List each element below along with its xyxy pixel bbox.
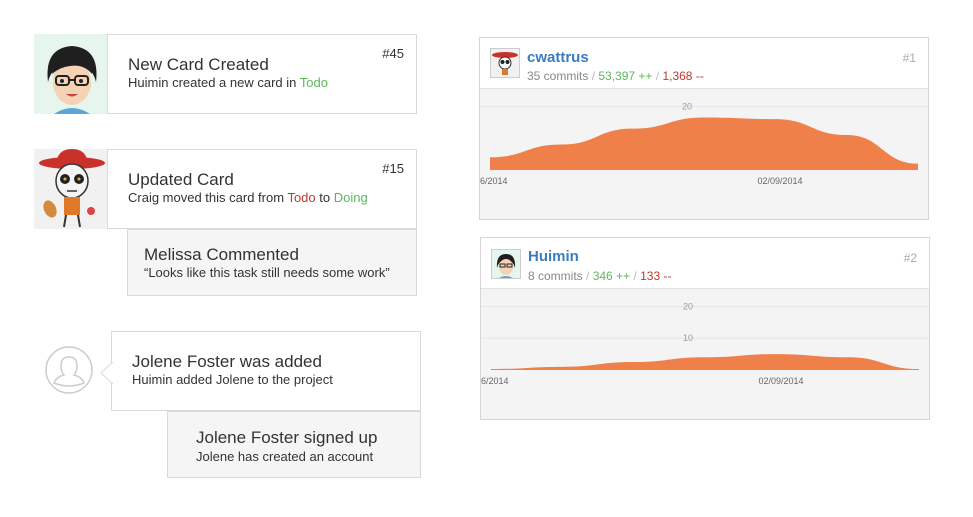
card-description: Huimin added Jolene to the project: [132, 372, 333, 387]
contributor-panel: Huimin #2 8 commits / 346 ++ / 133 -- 20…: [480, 237, 930, 420]
contributor-rank: #1: [902, 51, 916, 65]
card-title: New Card Created: [128, 55, 269, 74]
commit-area: [491, 354, 919, 370]
card-number[interactable]: #15: [382, 161, 404, 176]
craig-avatar: [34, 149, 109, 229]
card-pointer-icon: [100, 362, 113, 384]
updated-card-card[interactable]: Updated Card #15 Craig moved this card f…: [107, 149, 417, 229]
x-tick-label: 02/09/2014: [758, 376, 803, 386]
signup-text: Jolene has created an account: [196, 449, 374, 464]
user-placeholder-icon: [44, 345, 94, 395]
list-link-todo[interactable]: Todo: [287, 190, 315, 205]
contributor-stats: 35 commits / 53,397 ++ / 1,368 --: [527, 69, 704, 83]
deletions-count: 1,368 --: [662, 69, 704, 83]
contributor-rank: #2: [903, 251, 917, 265]
huimin-avatar: [34, 34, 109, 114]
commit-count[interactable]: 8 commits: [528, 269, 583, 283]
contributor-header: cwattrus #1 35 commits / 53,397 ++ / 1,3…: [480, 38, 928, 89]
stat-separator: /: [582, 269, 593, 283]
stat-separator: /: [630, 269, 641, 283]
card-number[interactable]: #45: [382, 46, 404, 61]
stat-separator: /: [652, 69, 663, 83]
x-tick-label: /26/2014: [480, 176, 508, 186]
description-text: Craig moved this card from: [128, 190, 288, 205]
member-added-card[interactable]: Jolene Foster was added Huimin added Jol…: [100, 331, 421, 411]
y-tick-label: 20: [682, 101, 692, 111]
contributor-name[interactable]: Huimin: [528, 248, 579, 265]
stat-separator: /: [588, 69, 599, 83]
y-tick-label: 20: [683, 301, 693, 311]
comment-text: “Looks like this task still needs some w…: [144, 265, 390, 280]
additions-count: 346 ++: [592, 269, 631, 283]
comment-title: Melissa Commented: [144, 245, 299, 264]
card-title: Jolene Foster was added: [132, 352, 322, 371]
new-card-created-card[interactable]: New Card Created #45 Huimin created a ne…: [107, 34, 417, 114]
contributor-name[interactable]: cwattrus: [527, 49, 589, 66]
list-link-todo[interactable]: Todo: [300, 75, 328, 90]
signup-title: Jolene Foster signed up: [196, 428, 378, 447]
description-text: to: [315, 190, 334, 205]
y-tick-label: 10: [683, 333, 693, 343]
contributor-stats: 8 commits / 346 ++ / 133 --: [528, 269, 671, 283]
list-link-doing[interactable]: Doing: [334, 190, 368, 205]
x-tick-label: 02/09/2014: [757, 176, 802, 186]
additions-count: 53,397 ++: [598, 69, 653, 83]
commit-area: [490, 117, 918, 170]
commit-activity-chart: 20/26/2014 02/09/2014: [480, 101, 928, 186]
comment-card[interactable]: Melissa Commented “Looks like this task …: [127, 229, 417, 296]
signup-card[interactable]: Jolene Foster signed up Jolene has creat…: [167, 411, 421, 478]
cwattrus-avatar[interactable]: [490, 48, 520, 78]
card-title: Updated Card: [128, 170, 234, 189]
huimin-avatar[interactable]: [491, 249, 521, 279]
card-description: Huimin created a new card in Todo: [128, 75, 328, 90]
description-text: Huimin created a new card in: [128, 75, 300, 90]
contributor-panel: cwattrus #1 35 commits / 53,397 ++ / 1,3…: [479, 37, 929, 220]
deletions-count: 133 --: [640, 269, 672, 283]
card-description: Craig moved this card from Todo to Doing: [128, 190, 368, 205]
x-tick-label: /26/2014: [481, 376, 509, 386]
commit-activity-chart: 20 10/26/2014 02/09/2014: [481, 301, 929, 386]
contributor-header: Huimin #2 8 commits / 346 ++ / 133 --: [481, 238, 929, 289]
commit-count[interactable]: 35 commits: [527, 69, 588, 83]
